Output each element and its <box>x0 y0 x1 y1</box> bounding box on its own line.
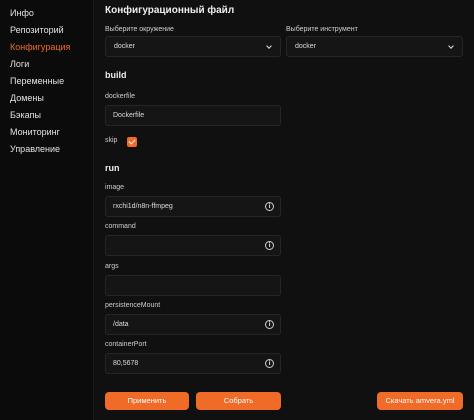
main-content: Конфигурационный файл Выберите окружение… <box>105 0 474 420</box>
run-heading: run <box>105 163 120 173</box>
dockerfile-input[interactable]: Dockerfile <box>105 105 281 126</box>
info-circle-icon[interactable]: i <box>265 241 274 250</box>
sidebar-item-domains[interactable]: Домены <box>0 90 93 107</box>
sidebar-item-configuration[interactable]: Конфигурация <box>0 39 93 56</box>
chevron-down-icon <box>266 43 272 49</box>
dockerfile-value: Dockerfile <box>113 112 145 119</box>
sidebar-item-management[interactable]: Управление <box>0 141 93 158</box>
image-input[interactable]: rxchi1d/n8n-ffmpeg i <box>105 196 281 217</box>
image-label: image <box>105 184 125 191</box>
container-port-input[interactable]: 80,5678 i <box>105 353 281 374</box>
download-config-button[interactable]: Скачать amvera.yml <box>377 392 463 410</box>
chevron-down-icon <box>448 43 454 49</box>
container-port-value: 80,5678 <box>113 360 139 367</box>
persistence-mount-input[interactable]: /data i <box>105 314 281 335</box>
info-circle-icon[interactable]: i <box>265 320 274 329</box>
sidebar-item-info[interactable]: Инфо <box>0 5 93 22</box>
skip-checkbox[interactable] <box>127 137 137 147</box>
sidebar-item-repository[interactable]: Репозиторий <box>0 22 93 39</box>
command-input[interactable]: i <box>105 235 281 256</box>
sidebar-item-monitoring[interactable]: Мониторинг <box>0 124 93 141</box>
apply-button[interactable]: Применить <box>105 392 189 410</box>
info-circle-icon[interactable]: i <box>265 202 274 211</box>
persistence-mount-value: /data <box>113 321 129 328</box>
sidebar-item-variables[interactable]: Переменные <box>0 73 93 90</box>
sidebar-item-logs[interactable]: Логи <box>0 56 93 73</box>
args-input[interactable] <box>105 275 281 296</box>
environment-select-value: docker <box>114 43 136 50</box>
image-value: rxchi1d/n8n-ffmpeg <box>113 203 173 210</box>
skip-label: skip <box>105 137 118 144</box>
environment-select[interactable]: docker <box>105 36 281 57</box>
environment-label: Выберите окружение <box>105 26 174 33</box>
tool-select[interactable]: docker <box>286 36 463 57</box>
tool-select-value: docker <box>295 43 317 50</box>
sidebar: Инфо Репозиторий Конфигурация Логи Перем… <box>0 0 94 420</box>
tool-label: Выберите инструмент <box>286 26 358 33</box>
build-heading: build <box>105 70 127 80</box>
dockerfile-label: dockerfile <box>105 93 135 100</box>
build-button[interactable]: Собрать <box>196 392 281 410</box>
persistence-mount-label: persistenceMount <box>105 302 161 309</box>
args-label: args <box>105 263 119 270</box>
command-label: command <box>105 223 136 230</box>
page-title: Конфигурационный файл <box>105 5 235 16</box>
info-circle-icon[interactable]: i <box>265 359 274 368</box>
sidebar-item-backups[interactable]: Бэкапы <box>0 107 93 124</box>
container-port-label: containerPort <box>105 341 147 348</box>
